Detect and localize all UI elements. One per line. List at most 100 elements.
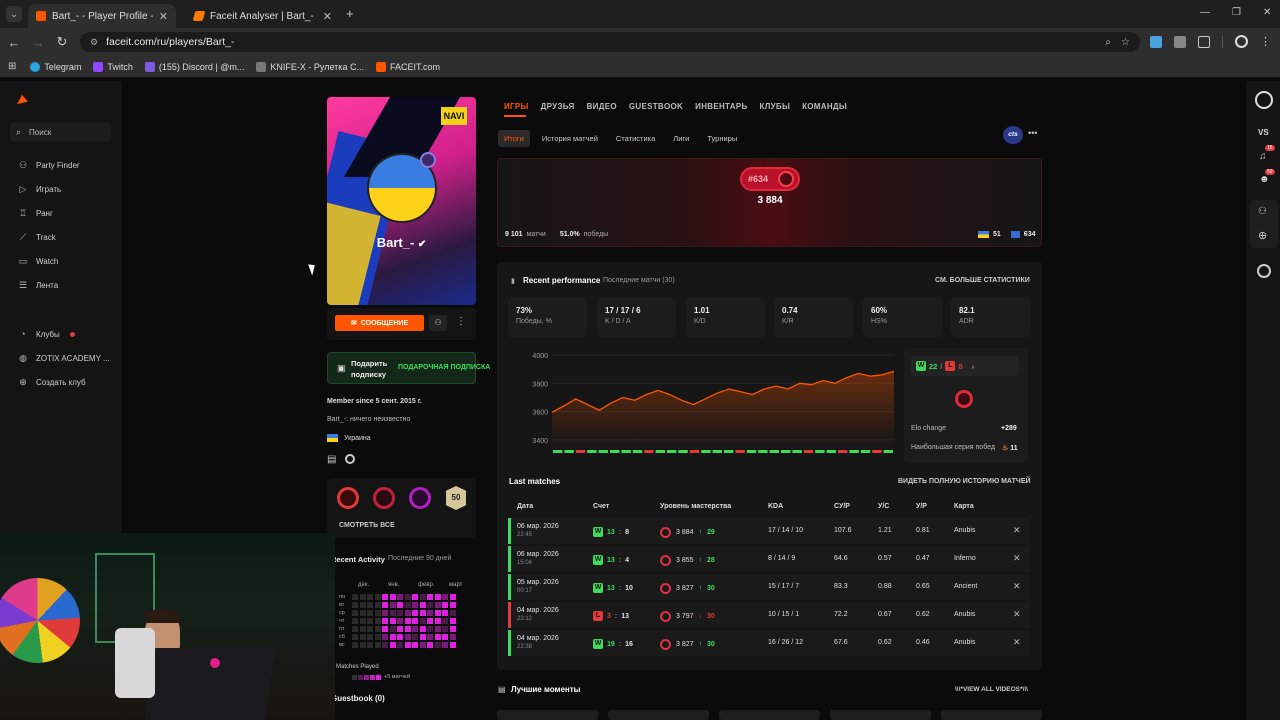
tab-teams[interactable]: КОМАНДЫ [802,102,847,111]
globe-icon[interactable] [1257,264,1271,278]
subtab-summary[interactable]: Итоги [498,130,530,147]
heatmap-cell [382,634,388,640]
add-circle-icon[interactable]: ⊕ [1258,229,1267,242]
twitch-link-icon[interactable]: ▤ [327,454,336,465]
highlight-video-thumb[interactable] [608,710,709,720]
region-flag-icon [1010,231,1020,238]
close-icon[interactable]: ✕ [323,10,332,23]
tab-videos[interactable]: ВИДЕО [587,102,617,111]
close-window-icon[interactable]: ✕ [1263,7,1271,18]
vs-icon[interactable]: VS [1258,128,1269,137]
sidebar-item-feed[interactable]: ☰ Лента [18,280,58,291]
match-date: 06 мар. 2026 22:45 [517,523,559,538]
match-row[interactable]: 04 мар. 2026 22:38 W 19:16 3 827 ↑ 30 16 / 26 /… [508,630,1030,656]
subtab-leagues[interactable]: Лиги [667,130,695,147]
minimize-icon[interactable]: — [1200,7,1210,18]
tab-clubs[interactable]: КЛУБЫ [760,102,791,111]
result-bar [508,630,511,656]
stat-win-rate: 73% Победы, % [508,297,587,337]
match-row[interactable]: 06 мар. 2026 22:45 W 13:8 3 884 ↑ 29 17 / 14 / … [508,518,1030,544]
friends-count-badge: 59 [1265,169,1275,175]
match-row[interactable]: 06 мар. 2026 15:04 W 13:4 3 855 ↑ 28 8 / 14 / 9… [508,546,1030,572]
bookmark-telegram[interactable]: Telegram [30,61,81,72]
sidebar-item-play[interactable]: ▷ Играть [18,184,62,195]
bookmark-star-icon[interactable]: ☆ [1121,37,1130,48]
tab-list-button[interactable]: ⌄ [6,6,22,22]
sidebar-item-watch[interactable]: ▭ Watch [18,256,59,267]
sidebar-item-create-club[interactable]: ⊕ Создать клуб [18,377,85,388]
close-icon[interactable]: ✕ [1013,553,1021,564]
bell-icon[interactable]: ♫ [1259,151,1267,162]
guestbook-title[interactable]: Guestbook (0) [331,694,385,703]
close-icon[interactable]: ✕ [1013,581,1021,592]
profile-avatar-icon[interactable] [1235,35,1248,48]
reload-icon[interactable]: ↻ [50,34,74,50]
subtab-tournaments[interactable]: Турниры [701,130,743,147]
extension-s-icon[interactable] [1150,35,1162,48]
match-row[interactable]: 05 мар. 2026 00:17 W 13:10 3 827 ↑ 30 15 / 17 /… [508,574,1030,600]
tab-games[interactable]: ИГРЫ [504,102,529,111]
more-options-icon[interactable]: ••• [1028,128,1037,138]
result-marker [758,450,768,453]
heatmap-cell [389,626,396,632]
sidebar-item-party-finder[interactable]: ⚇ Party Finder [18,160,80,171]
result-marker [678,450,688,453]
forward-icon[interactable]: → [26,35,50,50]
sidebar-item-track[interactable]: ⟋ Track [18,232,56,243]
heatmap-cell [449,594,456,600]
badge-icon[interactable] [373,487,395,509]
level-50-badge-icon[interactable]: 50 [446,486,466,510]
close-icon[interactable]: ✕ [1013,609,1021,620]
close-icon[interactable]: ✕ [1013,637,1021,648]
extensions-puzzle-icon[interactable] [1198,35,1210,48]
more-options-icon[interactable]: ⋮ [456,316,466,327]
highlight-video-thumb[interactable] [941,710,1042,720]
highlight-video-thumb[interactable] [719,710,820,720]
site-info-icon[interactable]: ⚙ [90,37,98,48]
sidebar-item-zotix-academy[interactable]: ◍ ZOTIX ACADEMY ... [18,353,110,364]
maximize-icon[interactable]: ❐ [1232,7,1241,18]
steam-link-icon[interactable] [345,454,355,464]
back-icon[interactable]: ← [2,35,26,50]
bookmark-discord[interactable]: (155) Discord | @m... [144,61,244,72]
match-row[interactable]: 04 мар. 2026 23:12 L 3:13 3 797 ↓ 30 10 / 15 / … [508,602,1030,628]
close-icon[interactable]: ✕ [1013,525,1021,536]
bookmark-faceit[interactable]: FACEIT.com [375,61,440,72]
browser-menu-icon[interactable]: ⋮ [1260,35,1271,48]
see-more-stats-link[interactable]: СМ. БОЛЬШЕ СТАТИСТИКИ [935,277,1030,284]
browser-tab-faceit-profile[interactable]: Bart_- - Player Profile - FACEIT.c ✕ [28,4,176,28]
view-all-videos-link[interactable]: \\\*VIEW ALL VIDEOS*\\\ [955,686,1028,693]
extension-icon[interactable] [1174,35,1186,48]
add-friend-button[interactable]: ⚇ [429,315,447,331]
sidebar-search[interactable]: ⌕ Поиск [10,122,111,142]
tab-guestbook[interactable]: GUESTBOOK [629,102,683,111]
badge-icon[interactable] [337,487,359,509]
url-field[interactable]: ⚙ faceit.com/ru/players/Bart_- ⌕ ☆ [80,32,1140,52]
add-friend-icon[interactable]: ⚇ [1258,206,1267,217]
highlight-video-thumb[interactable] [830,710,931,720]
subtab-match-history[interactable]: История матчей [536,130,604,147]
close-icon[interactable]: ✕ [159,10,168,23]
send-message-button[interactable]: ✉ СООБЩЕНИЕ [335,315,424,331]
see-all-badges-link[interactable]: СМОТРЕТЬ ВСЕ [339,522,395,529]
tab-friends[interactable]: ДРУЗЬЯ [541,102,575,111]
apps-grid-icon[interactable]: ⊞ [8,61,16,72]
highlight-video-thumb[interactable] [497,710,598,720]
new-tab-button[interactable]: + [346,6,354,21]
ukraine-flag-icon [978,231,989,238]
full-match-history-link[interactable]: ВИДЕТЬ ПОЛНУЮ ИСТОРИЮ МАТЧЕЙ [898,478,1031,485]
win-loss-record[interactable]: W 22 / L8 › [911,356,1018,376]
bookmark-knifex[interactable]: KNIFE-X - Рулетка С... [256,61,364,72]
community-icon[interactable] [1255,91,1273,109]
friends-icon[interactable]: ☻ [1259,174,1270,185]
subtab-statistics[interactable]: Статистика [610,130,661,147]
sidebar-item-clubs[interactable]: ◔ Клубы [18,329,75,339]
badge-icon[interactable] [409,487,431,509]
result-marker [575,450,586,453]
tab-inventory[interactable]: ИНВЕНТАРЬ [695,102,747,111]
browser-tab-faceit-analyser[interactable]: Faceit Analyser | Bart_- ✕ [186,4,340,28]
bookmark-twitch[interactable]: Twitch [93,61,133,72]
sidebar-item-rank[interactable]: ♖ Ранг [18,208,53,219]
zoom-icon[interactable]: ⌕ [1105,37,1111,48]
game-selector-cs2[interactable]: cts [1003,126,1023,144]
